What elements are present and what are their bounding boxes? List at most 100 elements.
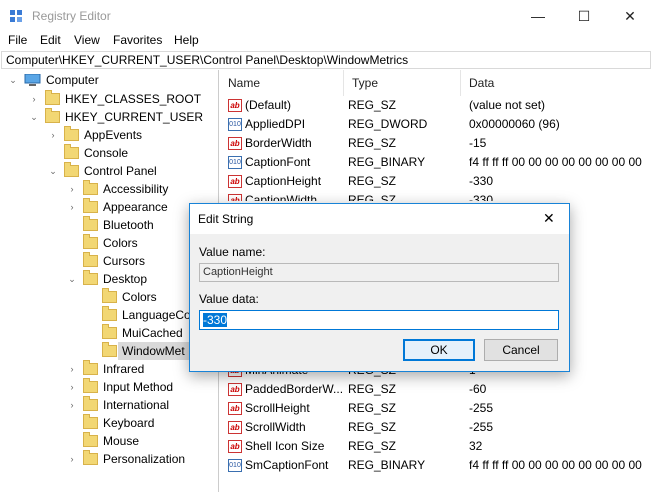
tree-node[interactable]: › Personalization (0, 450, 218, 468)
tree-node[interactable]: Colors (0, 288, 218, 306)
tree-node[interactable]: › AppEvents (0, 126, 218, 144)
menu-help[interactable]: Help (174, 33, 199, 47)
chevron-right-icon[interactable]: › (48, 126, 58, 144)
maximize-icon: ☐ (577, 7, 591, 24)
tree-label: Control Panel (84, 164, 157, 178)
tree-label: Appearance (103, 200, 168, 214)
menu-edit[interactable]: Edit (40, 33, 61, 47)
list-row[interactable]: ab ScrollWidth REG_SZ -255 (220, 418, 653, 437)
chevron-right-icon[interactable]: › (67, 198, 77, 216)
close-button[interactable]: ✕ (607, 0, 653, 32)
folder-icon (83, 378, 98, 393)
tree-node[interactable]: › HKEY_CLASSES_ROOT (0, 90, 218, 108)
address-bar[interactable]: Computer\HKEY_CURRENT_USER\Control Panel… (1, 51, 651, 69)
value-type: REG_SZ (348, 382, 397, 396)
tree-node[interactable]: › Appearance (0, 198, 218, 216)
menu-favorites[interactable]: Favorites (113, 33, 162, 47)
tree-node[interactable]: MuiCached (0, 324, 218, 342)
tree-label: Colors (122, 290, 157, 304)
value-data: 32 (469, 439, 483, 453)
chevron-down-icon[interactable]: ⌄ (67, 270, 77, 288)
list-row[interactable]: ab Shell Icon Size REG_SZ 32 (220, 437, 653, 456)
string-value-icon: ab (228, 402, 242, 415)
column-header-type[interactable]: Type (344, 70, 461, 96)
tree-node[interactable]: Mouse (0, 432, 218, 450)
tree-label-computer: Computer (46, 73, 99, 87)
tree-node[interactable]: LanguageCo (0, 306, 218, 324)
list-row[interactable]: ab PaddedBorderW... REG_SZ -60 (220, 380, 653, 399)
edit-string-dialog: Edit String ✕ Value name: CaptionHeight … (189, 203, 570, 372)
value-name-field: CaptionHeight (199, 263, 559, 282)
value-data-input[interactable]: -330 (199, 310, 559, 330)
value-data: -15 (469, 136, 487, 150)
list-row[interactable]: ab ScrollHeight REG_SZ -255 (220, 399, 653, 418)
tree-node[interactable]: › International (0, 396, 218, 414)
tree-node[interactable]: Colors (0, 234, 218, 252)
chevron-right-icon[interactable]: › (67, 450, 77, 468)
list-row[interactable]: 010 AppliedDPI REG_DWORD 0x00000060 (96) (220, 115, 653, 134)
tree-label: Keyboard (103, 416, 155, 430)
minimize-button[interactable]: — (515, 0, 561, 32)
chevron-down-icon[interactable]: ⌄ (8, 71, 18, 89)
list-row[interactable]: 010 CaptionFont REG_BINARY f4 ff ff ff 0… (220, 153, 653, 172)
value-name: SmCaptionFont (245, 458, 329, 472)
folder-icon (83, 414, 98, 429)
tree-node[interactable]: Keyboard (0, 414, 218, 432)
list-row[interactable]: ab CaptionHeight REG_SZ -330 (220, 172, 653, 191)
value-name: CaptionFont (245, 155, 311, 169)
dialog-close-button[interactable]: ✕ (543, 210, 555, 227)
list-row[interactable]: ab CaptionWidth REG_SZ -330 (220, 191, 653, 201)
value-type: REG_SZ (348, 193, 397, 201)
tree-node[interactable]: ⌄ HKEY_CURRENT_USER (0, 108, 218, 126)
chevron-right-icon[interactable]: › (67, 360, 77, 378)
folder-icon (102, 288, 117, 303)
tree-node[interactable]: Console (0, 144, 218, 162)
list-row[interactable]: ab (Default) REG_SZ (value not set) (220, 96, 653, 115)
list-row[interactable]: ab BorderWidth REG_SZ -15 (220, 134, 653, 153)
string-value-icon: ab (228, 137, 242, 150)
tree-node[interactable]: ⌄ Control Panel (0, 162, 218, 180)
value-type: REG_SZ (348, 98, 397, 112)
value-type: REG_SZ (348, 420, 397, 434)
string-value-icon: ab (228, 99, 242, 112)
value-name: BorderWidth (245, 136, 312, 150)
tree-node[interactable]: Cursors (0, 252, 218, 270)
cancel-button[interactable]: Cancel (484, 339, 558, 361)
menu-file[interactable]: File (8, 33, 27, 47)
computer-icon (24, 74, 41, 86)
maximize-button[interactable]: ☐ (561, 0, 607, 32)
folder-icon (102, 342, 117, 357)
chevron-right-icon[interactable]: › (67, 180, 77, 198)
chevron-down-icon[interactable]: ⌄ (29, 108, 39, 126)
tree-label: Mouse (103, 434, 140, 448)
chevron-right-icon[interactable]: › (67, 396, 77, 414)
chevron-right-icon[interactable]: › (29, 90, 39, 108)
tree-label: MuiCached (122, 326, 183, 340)
dialog-title-bar: Edit String ✕ (190, 204, 569, 234)
tree-node[interactable]: › Input Method (0, 378, 218, 396)
column-header-data[interactable]: Data (461, 70, 653, 96)
menu-view[interactable]: View (74, 33, 100, 47)
menu-bar: File Edit View Favorites Help (0, 32, 653, 50)
chevron-down-icon[interactable]: ⌄ (48, 162, 58, 180)
value-data: -60 (469, 382, 487, 396)
tree-node[interactable]: › Infrared (0, 360, 218, 378)
tree-node[interactable]: ⌄ Desktop (0, 270, 218, 288)
tree-pane[interactable]: ⌄ Computer › HKEY_CLASSES_ROOT ⌄ HKEY_CU… (0, 70, 219, 492)
tree-node-computer[interactable]: ⌄ Computer (6, 71, 206, 89)
value-data: f4 ff ff ff 00 00 00 00 00 00 00 00 (469, 155, 642, 169)
folder-icon (83, 198, 98, 213)
tree-node[interactable]: › Accessibility (0, 180, 218, 198)
folder-icon (102, 306, 117, 321)
tree-node[interactable]: Bluetooth (0, 216, 218, 234)
list-row[interactable]: 010 SmCaptionFont REG_BINARY f4 ff ff ff… (220, 456, 653, 475)
ok-button[interactable]: OK (403, 339, 475, 361)
column-header-name[interactable]: Name (220, 70, 344, 96)
tree-label: Accessibility (103, 182, 169, 196)
tree-label: WindowMet (122, 344, 185, 358)
chevron-right-icon[interactable]: › (67, 378, 77, 396)
folder-icon (83, 450, 98, 465)
value-type: REG_SZ (348, 401, 397, 415)
value-name: AppliedDPI (245, 117, 306, 131)
close-icon: ✕ (624, 7, 636, 24)
